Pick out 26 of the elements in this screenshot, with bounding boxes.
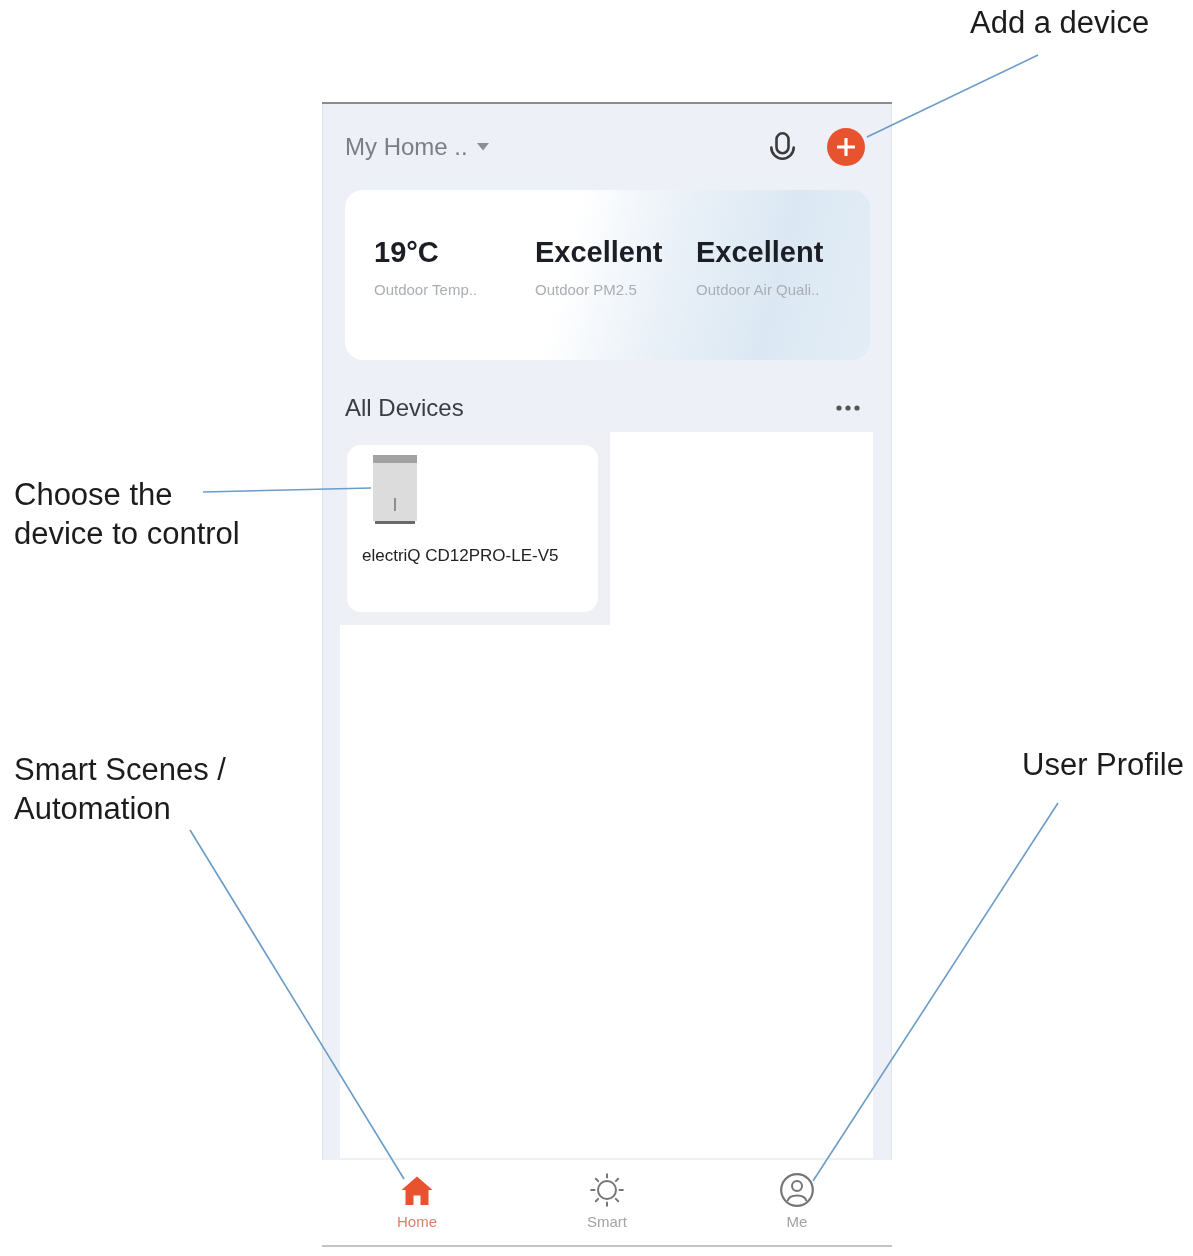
user-icon <box>780 1173 814 1207</box>
add-device-button[interactable] <box>827 128 865 166</box>
device-name: electriQ CD12PRO-LE-V5 <box>362 546 559 566</box>
metric-value: Excellent <box>696 235 824 269</box>
microphone-icon[interactable] <box>770 131 795 163</box>
nav-tab[interactable]: Smart <box>579 1165 635 1245</box>
callout-text: User Profile <box>1022 746 1184 784</box>
callout-text: Add a device <box>970 4 1150 42</box>
metric-value: 19°C <box>374 235 439 269</box>
metric-label: Outdoor PM2.5 <box>535 281 637 299</box>
home-selector[interactable]: My Home .. <box>345 132 489 162</box>
device-card[interactable]: electriQ CD12PRO-LE-V5 <box>347 445 598 612</box>
sun-icon <box>590 1173 624 1207</box>
metric-value: Excellent <box>535 235 663 269</box>
home-icon <box>401 1175 433 1205</box>
appliance-icon <box>373 455 417 525</box>
nav-tab[interactable]: Home <box>389 1165 445 1245</box>
section-title: All Devices <box>345 393 464 423</box>
metric-label: Outdoor Temp.. <box>374 281 478 299</box>
callout-text: Choose the device to control <box>14 476 241 553</box>
more-icon[interactable] <box>836 405 860 411</box>
nav-tab[interactable]: Me <box>772 1165 822 1245</box>
caret-icon <box>476 143 489 151</box>
plus-icon <box>837 138 855 156</box>
callout-text: Smart Scenes / Automation <box>14 751 227 828</box>
metric-label: Outdoor Air Quali.. <box>696 281 820 299</box>
